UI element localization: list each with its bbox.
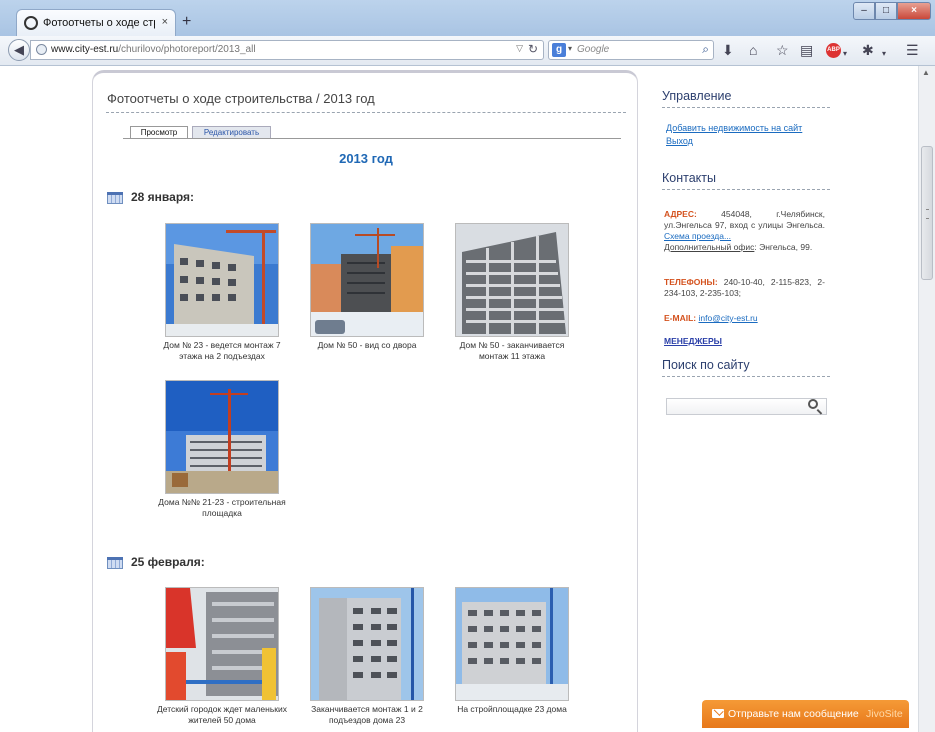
reload-icon[interactable]: ↻ xyxy=(528,42,538,56)
photo-item[interactable]: На стройплощадке 23 дома xyxy=(447,587,577,715)
adblock-icon[interactable]: ABP xyxy=(826,43,841,58)
photo-item[interactable]: Дома №№ 21-23 - строительная площадка xyxy=(157,380,287,519)
phones-block: ТЕЛЕФОНЫ: 240-10-40, 2-115-823, 2-234-10… xyxy=(664,277,825,299)
building-photo[interactable] xyxy=(455,223,569,337)
search-icon[interactable]: ⌕ xyxy=(702,42,709,57)
email-block: E-MAIL: info@city-est.ru xyxy=(664,313,825,324)
envelope-icon xyxy=(712,709,724,718)
url-domain: www.city-est.ru xyxy=(51,44,119,55)
page-scrollbar[interactable]: ▲ xyxy=(918,66,935,732)
back-button[interactable]: ◀ xyxy=(8,39,30,61)
building-photo[interactable] xyxy=(165,380,279,494)
photo-caption: Дом № 50 - заканчивается монтаж 11 этажа xyxy=(459,340,565,361)
browser-titlebar: Фотоотчеты о ходе строи... × + – □ × xyxy=(0,0,935,37)
home-icon[interactable]: ⌂ xyxy=(749,42,757,58)
site-favicon-icon xyxy=(24,16,38,30)
reading-list-icon[interactable]: ▤ xyxy=(800,42,813,58)
section-date-label: 28 января: xyxy=(131,190,194,204)
contacts-divider xyxy=(662,189,830,190)
managers-link[interactable]: МЕНЕДЖЕРЫ xyxy=(664,336,722,346)
jivosite-chat-button[interactable]: Отправьте нам сообщение JivoSite xyxy=(702,700,909,728)
building-photo[interactable] xyxy=(165,587,279,701)
building-photo[interactable] xyxy=(455,587,569,701)
main-content-panel: Фотоотчеты о ходе строительства / 2013 г… xyxy=(92,70,638,732)
tabs-divider xyxy=(123,138,621,139)
building-photo[interactable] xyxy=(165,223,279,337)
directions-link[interactable]: Схема проезда... xyxy=(664,231,731,241)
bookmark-star-icon[interactable]: ☆ xyxy=(776,42,789,58)
adblock-dropdown-icon[interactable]: ▾ xyxy=(843,46,847,62)
navigation-toolbar: ◀ www.city-est.ru/churilovo/photoreport/… xyxy=(0,36,935,66)
url-path: /churilovo/photoreport/2013_all xyxy=(118,44,256,55)
section-date-label: 25 февраля: xyxy=(131,555,205,569)
logout-link[interactable]: Выход xyxy=(666,136,693,146)
add-property-link[interactable]: Добавить недвижимость на сайт xyxy=(666,123,802,133)
photo-caption: Заканчивается монтаж 1 и 2 подъездов дом… xyxy=(311,704,423,725)
url-text: www.city-est.ru/churilovo/photoreport/20… xyxy=(51,44,256,55)
globe-icon xyxy=(36,44,47,55)
google-icon[interactable]: g xyxy=(552,43,566,57)
back-icon: ◀ xyxy=(14,42,24,57)
magnifier-icon[interactable] xyxy=(808,399,818,409)
management-heading: Управление xyxy=(662,89,732,103)
search-engine-dropdown-icon[interactable]: ▾ xyxy=(568,44,572,53)
tab-close-icon[interactable]: × xyxy=(162,16,168,28)
site-search-divider xyxy=(662,376,830,377)
browser-tab[interactable]: Фотоотчеты о ходе строи... × xyxy=(16,9,176,36)
extension-dropdown-icon[interactable]: ▾ xyxy=(882,46,886,62)
photo-item[interactable]: Дом № 23 - ведется монтаж 7 этажа на 2 п… xyxy=(157,223,287,362)
photo-caption: На стройплощадке 23 дома xyxy=(457,704,567,714)
address-label: АДРЕС: xyxy=(664,209,697,219)
email-link[interactable]: info@city-est.ru xyxy=(698,313,757,323)
building-photo[interactable] xyxy=(310,223,424,337)
extension-icon[interactable]: ✱ xyxy=(862,42,874,58)
photo-caption: Дом № 23 - ведется монтаж 7 этажа на 2 п… xyxy=(163,340,281,361)
jivosite-text: Отправьте нам сообщение xyxy=(728,708,859,720)
url-dropdown-icon[interactable]: ▽ xyxy=(516,43,523,54)
tab-title: Фотоотчеты о ходе строи... xyxy=(43,17,155,29)
search-placeholder: Google xyxy=(577,44,610,55)
calendar-icon xyxy=(107,557,123,569)
browser-search-bar[interactable]: g ▾ Google ⌕ xyxy=(548,40,714,60)
building-photo[interactable] xyxy=(310,587,424,701)
phones-label: ТЕЛЕФОНЫ: xyxy=(664,277,718,287)
scroll-up-icon[interactable]: ▲ xyxy=(922,68,930,77)
photo-item[interactable]: Дом № 50 - заканчивается монтаж 11 этажа xyxy=(447,223,577,362)
download-icon[interactable]: ⬇ xyxy=(722,42,734,58)
contacts-heading: Контакты xyxy=(662,171,716,185)
site-search-heading: Поиск по сайту xyxy=(662,358,750,372)
calendar-icon xyxy=(107,192,123,204)
photo-caption: Дом № 50 - вид со двора xyxy=(317,340,417,350)
title-divider xyxy=(106,112,626,113)
window-close-button[interactable]: × xyxy=(897,2,931,20)
window-maximize-button[interactable]: □ xyxy=(875,2,897,20)
window-minimize-button[interactable]: – xyxy=(853,2,875,20)
photo-item[interactable]: Детский городок ждет маленьких жителей 5… xyxy=(157,587,287,726)
address-bar[interactable]: www.city-est.ru/churilovo/photoreport/20… xyxy=(30,40,544,60)
menu-icon[interactable]: ☰ xyxy=(906,42,919,58)
scrollbar-thumb[interactable] xyxy=(921,146,933,280)
site-search-input[interactable] xyxy=(666,398,827,415)
scroll-grip-icon xyxy=(926,209,929,219)
photo-caption: Детский городок ждет маленьких жителей 5… xyxy=(157,704,287,725)
email-label: E-MAIL: xyxy=(664,313,697,323)
photo-item[interactable]: Заканчивается монтаж 1 и 2 подъездов дом… xyxy=(302,587,432,726)
new-tab-button[interactable]: + xyxy=(182,14,191,30)
photo-caption: Дома №№ 21-23 - строительная площадка xyxy=(158,497,286,518)
jivosite-brand: JivoSite xyxy=(866,708,903,720)
page-title: Фотоотчеты о ходе строительства / 2013 г… xyxy=(107,91,375,106)
address-block: АДРЕС: 454048, г.Челябинск, ул.Энгельса … xyxy=(664,209,825,253)
year-heading: 2013 год xyxy=(339,151,393,166)
office-text: : Энгельса, 99. xyxy=(754,242,813,252)
management-divider xyxy=(662,107,830,108)
office-label: Дополнительный офис xyxy=(664,242,755,252)
web-page: Фотоотчеты о ходе строительства / 2013 г… xyxy=(0,66,918,732)
photo-item[interactable]: Дом № 50 - вид со двора xyxy=(302,223,432,351)
